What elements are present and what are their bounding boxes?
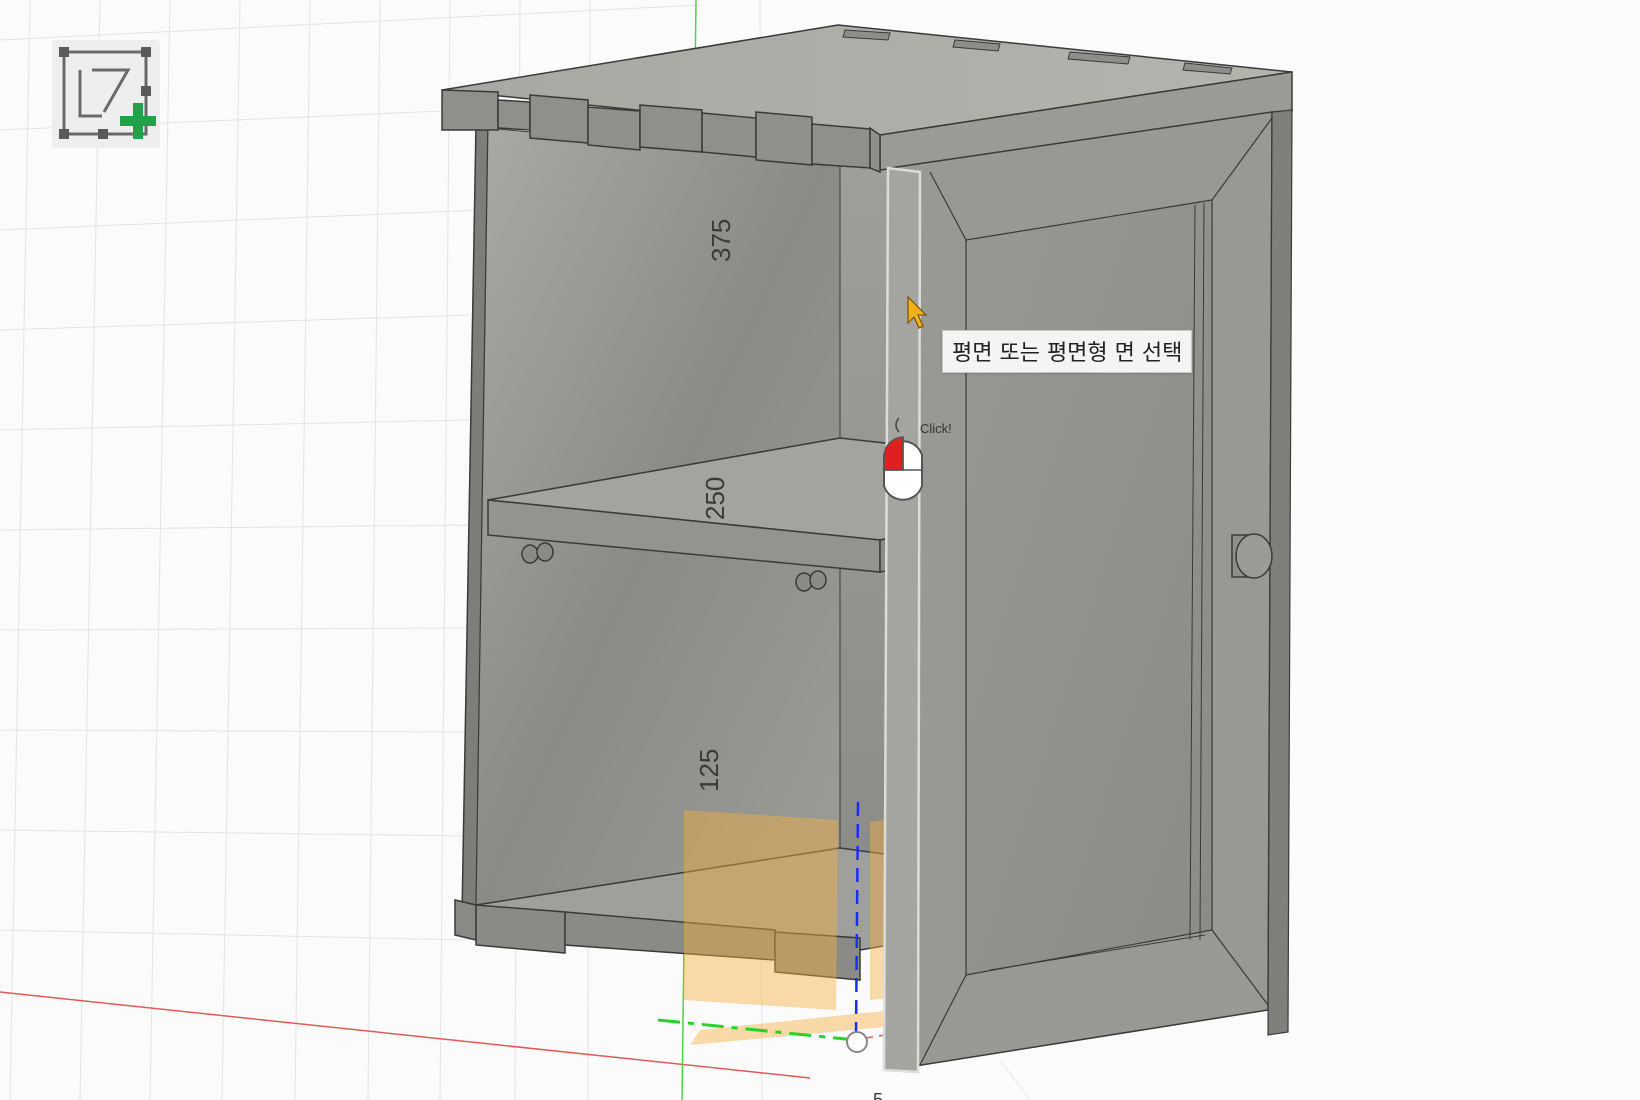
click-hint-label: Click! bbox=[920, 421, 952, 436]
origin-point[interactable] bbox=[846, 1031, 868, 1053]
door-glass-panel[interactable] bbox=[965, 199, 1213, 976]
dimension-125: 125 bbox=[694, 748, 724, 792]
select-plane-tooltip: 평면 또는 평면형 면 선택 bbox=[942, 330, 1193, 373]
door-right-edge bbox=[1267, 109, 1293, 1036]
dimension-375: 375 bbox=[706, 218, 736, 262]
sketch-plane-add-icon[interactable] bbox=[52, 40, 160, 148]
model-canvas[interactable] bbox=[0, 0, 1640, 1100]
door-knob[interactable] bbox=[1231, 533, 1273, 579]
x-axis-line bbox=[0, 991, 811, 1079]
dimension-5: 5 bbox=[873, 1090, 884, 1100]
dimension-250: 250 bbox=[700, 476, 730, 520]
3d-viewport[interactable]: 375 250 125 5 Click! 평면 또는 평면형 면 선택 bbox=[0, 0, 1640, 1100]
